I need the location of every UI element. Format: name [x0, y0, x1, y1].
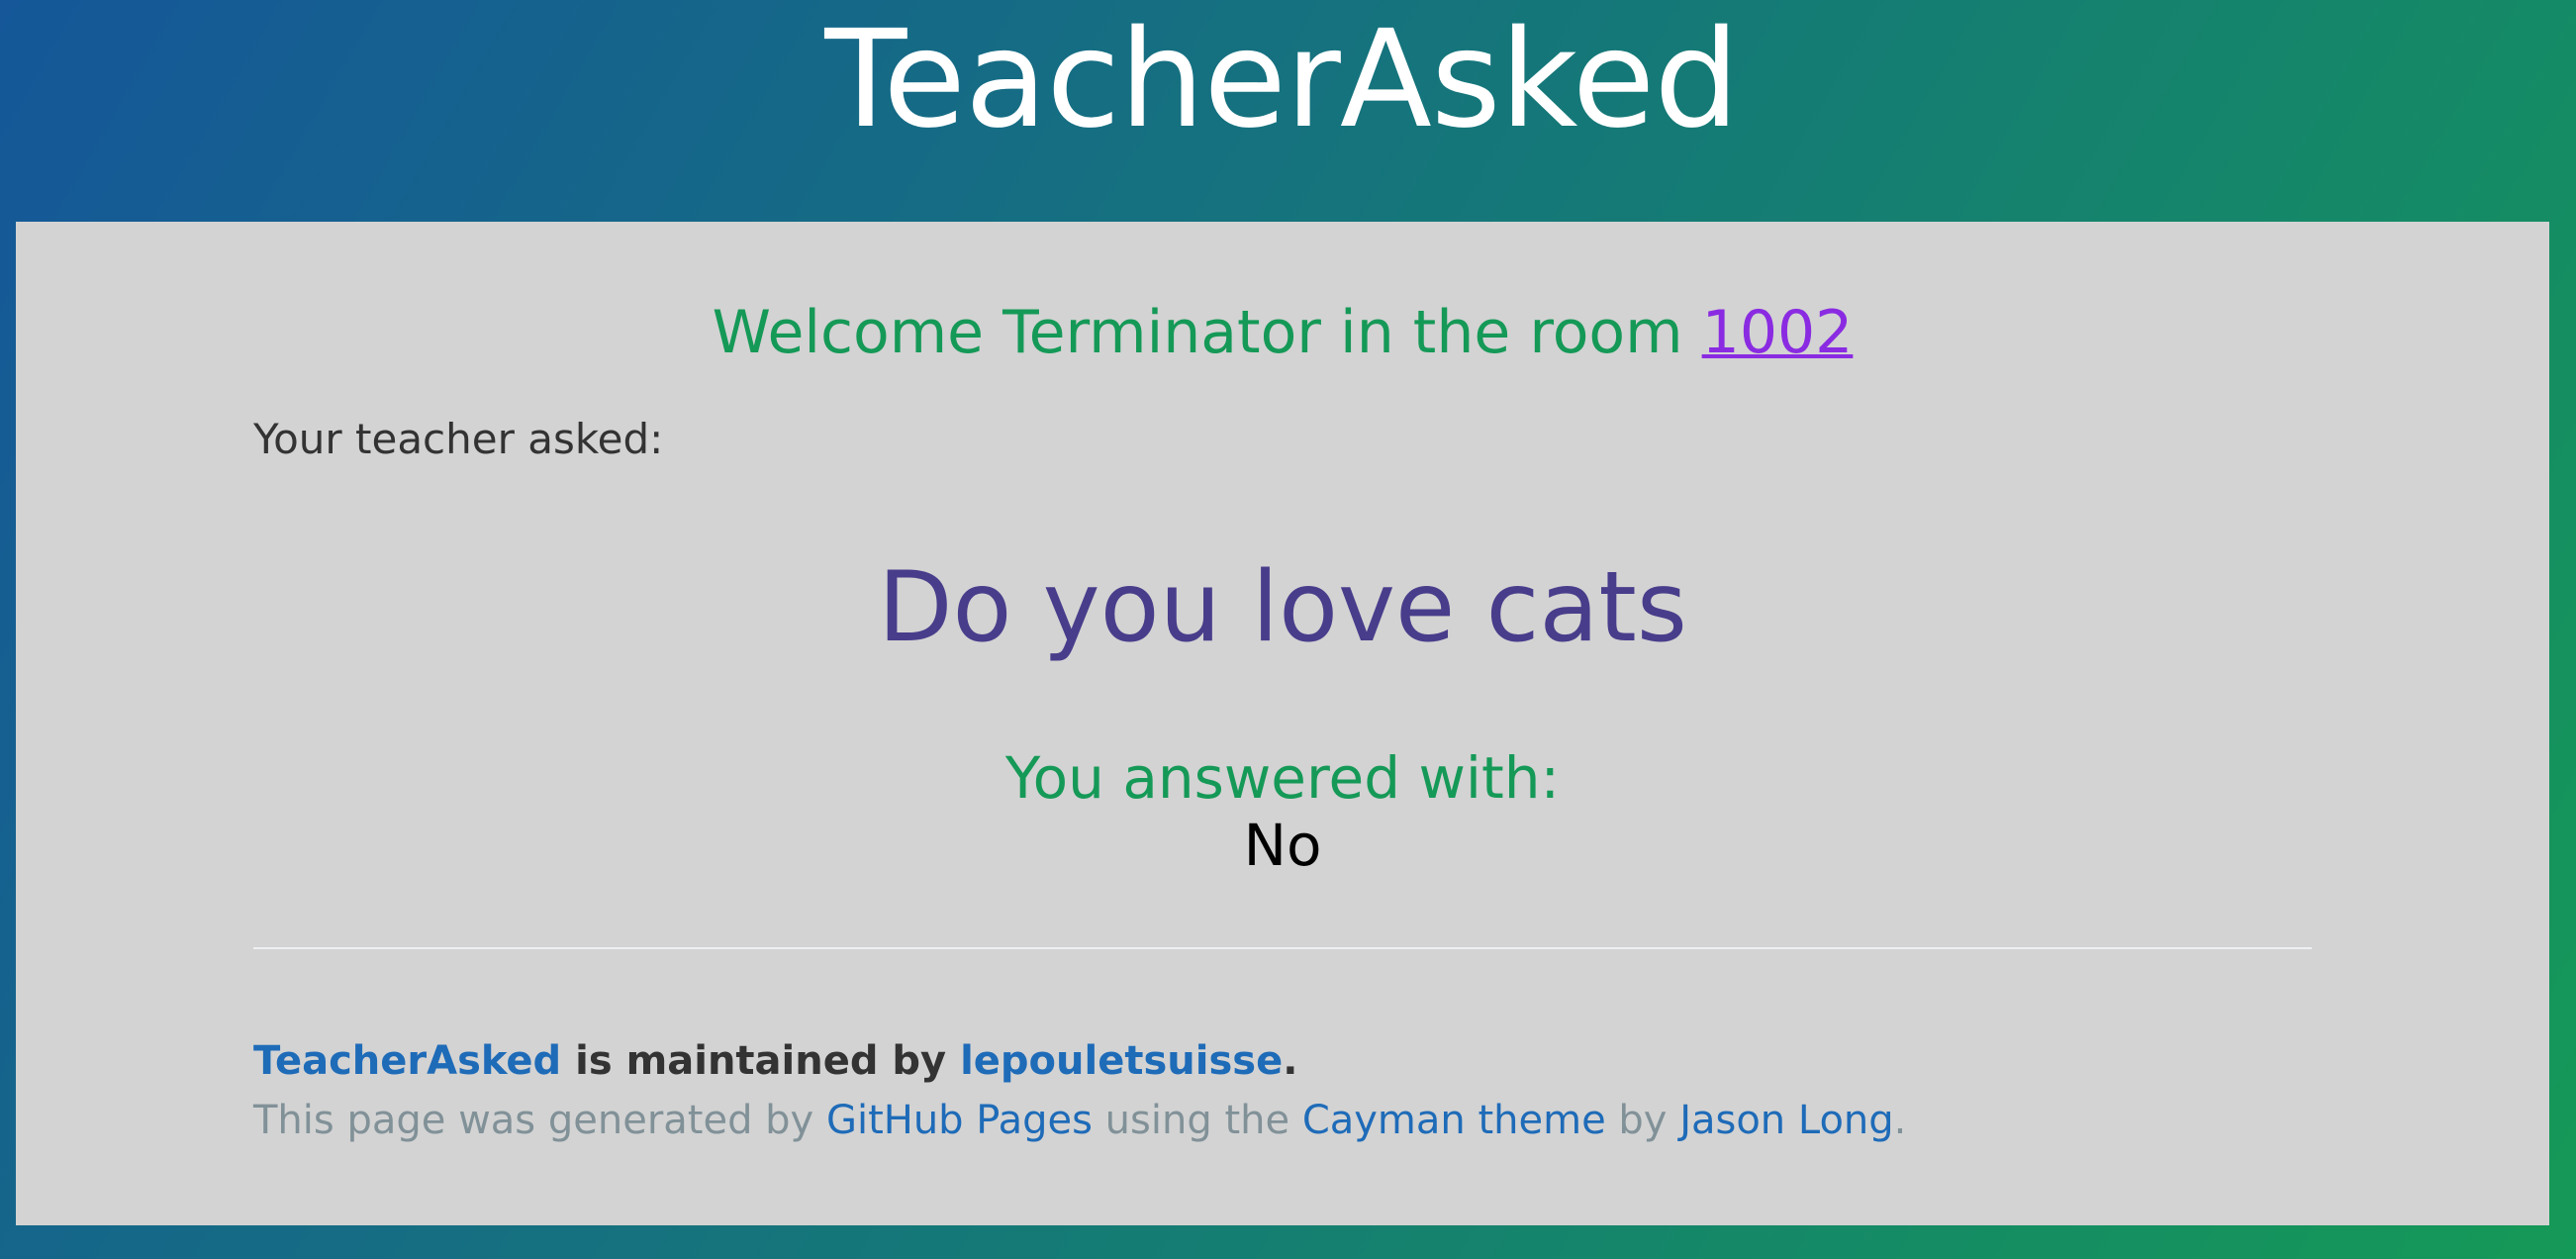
welcome-heading: Welcome Terminator in the room 1002	[253, 293, 2312, 372]
github-pages-link[interactable]: GitHub Pages	[826, 1098, 1093, 1143]
teacher-asked-label: Your teacher asked:	[253, 415, 664, 463]
credits-by-text: by	[1605, 1098, 1680, 1143]
credits-end-text: .	[1893, 1098, 1907, 1143]
answer-value: No	[1243, 812, 1322, 879]
credits-using-text: using the	[1092, 1098, 1302, 1143]
owner-user-link[interactable]: lepouletsuisse	[960, 1038, 1283, 1084]
owner-middle-text: is maintained by	[561, 1038, 961, 1084]
author-link[interactable]: Jason Long	[1679, 1098, 1893, 1143]
project-link[interactable]: TeacherAsked	[253, 1038, 561, 1084]
credits-prefix-text: This page was generated by	[253, 1098, 826, 1143]
cayman-theme-link[interactable]: Cayman theme	[1302, 1098, 1606, 1143]
room-number-link[interactable]: 1002	[1702, 298, 1854, 367]
question-text: Do you love cats	[878, 551, 1687, 664]
owner-end-text: .	[1283, 1038, 1298, 1084]
footer-divider	[253, 947, 2312, 949]
main-content: Welcome Terminator in the room 1002 Your…	[16, 222, 2549, 1225]
site-title: TeacherAsked	[824, 2, 1739, 158]
footer-credits: This page was generated by GitHub Pages …	[253, 1091, 1906, 1150]
footer-owner: TeacherAsked is maintained by lepouletsu…	[253, 1031, 1297, 1091]
content-inner: Welcome Terminator in the room 1002 Your…	[253, 222, 2312, 1225]
welcome-text: Welcome Terminator in the room	[712, 298, 1702, 367]
